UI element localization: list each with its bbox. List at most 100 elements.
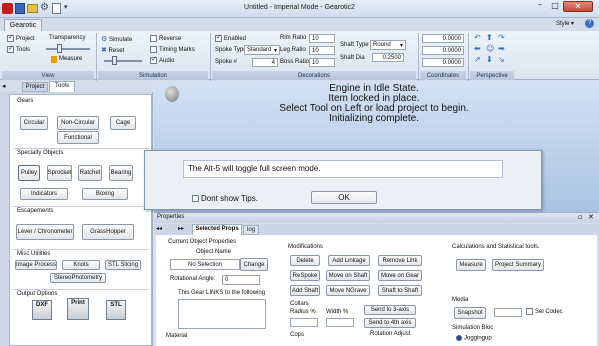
transparency-slider[interactable] xyxy=(46,48,90,50)
indicators-button[interactable]: Indicators xyxy=(20,188,68,200)
stereophotometry-button[interactable]: StereoPhotometry xyxy=(50,273,106,283)
stl-export-icon[interactable]: STL xyxy=(106,300,126,320)
sprocket-button[interactable]: Sprocket xyxy=(47,165,72,181)
pulley-button[interactable]: Pulley xyxy=(18,165,40,181)
speed-slider-thumb[interactable] xyxy=(112,56,117,65)
arrow-right-icon[interactable]: ➡ xyxy=(498,44,505,53)
arrow-up-icon[interactable]: ⬆ xyxy=(486,33,493,42)
project-summary-button[interactable]: Project Summary xyxy=(492,259,544,271)
print-icon[interactable]: Print xyxy=(67,298,89,320)
measure-button[interactable]: Measure xyxy=(456,259,486,271)
object-name-field[interactable]: No Selection xyxy=(170,259,240,270)
ok-button[interactable]: OK xyxy=(311,191,377,204)
reverse-toggle[interactable]: Reverse xyxy=(150,35,181,42)
enabled-checkbox[interactable] xyxy=(215,33,222,42)
boxing-button[interactable]: Boxing xyxy=(82,188,128,200)
speed-slider[interactable] xyxy=(104,60,142,62)
jogging-option[interactable]: Joggingup xyxy=(456,335,492,342)
audio-toggle[interactable]: Audio xyxy=(150,55,174,64)
non-circular-gear-button[interactable]: Non-Circular xyxy=(57,116,99,130)
style-menu[interactable]: Style ▾ xyxy=(556,20,574,27)
lever-chronometer-button[interactable]: Lever / Chronometer xyxy=(16,224,74,240)
remove-link-button[interactable]: Remove Link xyxy=(378,255,422,266)
project-checkbox[interactable] xyxy=(7,33,14,42)
rotational-angle-input[interactable]: 0 xyxy=(222,275,260,285)
simulate-button[interactable]: ⚙ Simulate xyxy=(101,35,132,43)
measure-label[interactable]: Measure xyxy=(59,56,82,62)
scroll-right-icon[interactable]: ▸▸ xyxy=(178,225,184,232)
dont-show-tips-toggle[interactable]: Dont show Tips. xyxy=(192,194,258,203)
shaft-type-select[interactable]: Round ▾ xyxy=(370,40,406,50)
tools-toggle[interactable]: Tools xyxy=(7,44,30,53)
arrow-left-icon[interactable]: ⬅ xyxy=(474,44,481,53)
add-linkage-button[interactable]: Add Linkage xyxy=(328,255,370,266)
reset-view-icon[interactable]: ☺ xyxy=(486,44,494,53)
stl-slicing-button[interactable]: STL Slicing xyxy=(105,260,141,270)
tab-gearotic[interactable]: Gearotic xyxy=(4,19,42,31)
spoke-num-input[interactable]: 4 xyxy=(252,58,278,67)
capture-field[interactable] xyxy=(494,308,522,317)
send-4th-axis-button[interactable]: Send to 4th axis xyxy=(364,318,416,328)
rim-ratio-input[interactable]: 10 xyxy=(309,34,335,43)
radio-icon[interactable] xyxy=(456,335,462,341)
tilt-down-icon[interactable]: ↘ xyxy=(498,55,505,64)
move-ngrave-button[interactable]: Move NGrave xyxy=(326,285,370,296)
image-process-button[interactable]: Image Process xyxy=(15,260,57,270)
delete-button[interactable]: Delete xyxy=(290,255,320,266)
dxf-export-icon[interactable]: DXF xyxy=(32,300,52,320)
functional-gear-button[interactable]: Functional xyxy=(57,131,99,144)
rotate-cw-icon[interactable]: ↷ xyxy=(498,33,505,42)
rotate-ccw-icon[interactable]: ↶ xyxy=(474,33,481,42)
circular-gear-button[interactable]: Circular xyxy=(20,116,48,130)
tab-tools[interactable]: Tools xyxy=(49,81,75,92)
close-button[interactable]: ✕ xyxy=(563,1,593,12)
shaft-dia-input[interactable]: 0.2500 xyxy=(372,53,404,62)
scroll-left-icon[interactable]: ◂◂ xyxy=(156,225,162,232)
transparency-slider-thumb[interactable] xyxy=(57,44,62,53)
reset-button[interactable]: ✖ Reset xyxy=(101,46,124,54)
links-list[interactable] xyxy=(178,299,266,329)
grasshopper-button[interactable]: GrassHopper xyxy=(82,224,134,240)
pin-icon[interactable]: ◂ xyxy=(2,82,6,90)
collar-radius-input[interactable] xyxy=(290,318,318,327)
timing-marks-checkbox[interactable] xyxy=(150,46,157,53)
minimize-button[interactable]: – xyxy=(533,1,547,11)
dont-show-tips-checkbox[interactable] xyxy=(192,195,199,203)
knots-button[interactable]: Knots xyxy=(62,260,100,270)
tilt-up-icon[interactable]: ↗ xyxy=(474,55,481,64)
boss-ratio-input[interactable]: 10 xyxy=(309,58,335,67)
modifications-title: Modifications xyxy=(288,244,324,250)
cage-gear-button[interactable]: Cage xyxy=(110,116,136,130)
timing-marks-toggle[interactable]: Timing Marks xyxy=(150,46,195,53)
send-3-axis-button[interactable]: Send to 3-axis xyxy=(364,305,416,315)
change-button[interactable]: Change xyxy=(240,258,268,271)
reverse-checkbox[interactable] xyxy=(150,35,157,42)
audio-checkbox[interactable] xyxy=(150,55,157,64)
arrow-down-icon[interactable]: ⬇ xyxy=(486,55,493,64)
shaft-to-shaft-button[interactable]: Shaft to Shaft xyxy=(378,285,422,296)
bearing-button[interactable]: Bearing xyxy=(109,165,133,181)
sel-codec-toggle[interactable]: Sel Codec xyxy=(526,308,563,315)
move-on-gear-button[interactable]: Move on Gear xyxy=(378,270,422,281)
leg-ratio-input[interactable]: 10 xyxy=(309,46,335,55)
add-shaft-button[interactable]: Add Shaft xyxy=(290,285,320,296)
sel-codec-checkbox[interactable] xyxy=(526,308,533,315)
respoke-button[interactable]: ReSpoke xyxy=(290,270,320,281)
move-on-shaft-button[interactable]: Move on Shaft xyxy=(326,270,370,281)
ratchet-button[interactable]: Ratchet xyxy=(78,165,102,181)
spoke-type-select[interactable]: Standard ▾ xyxy=(244,45,280,55)
tab-project[interactable]: Project xyxy=(22,82,48,92)
collar-width-input[interactable] xyxy=(326,318,354,327)
tab-log[interactable]: log xyxy=(243,225,259,235)
tab-selected-props[interactable]: Selected Props xyxy=(192,224,242,235)
project-toggle[interactable]: Project xyxy=(7,33,35,42)
enabled-toggle[interactable]: Enabled xyxy=(215,33,246,42)
snapshot-button[interactable]: Snapshot xyxy=(454,307,486,319)
tools-checkbox[interactable] xyxy=(7,44,14,53)
section-divider xyxy=(13,289,149,290)
help-icon[interactable]: ? xyxy=(585,19,594,28)
pin-icon[interactable]: ▫ xyxy=(578,213,583,221)
close-icon[interactable]: ✕ xyxy=(588,213,594,221)
spoke-num-label: Spoke # xyxy=(215,59,238,65)
maximize-button[interactable]: □ xyxy=(548,1,562,11)
